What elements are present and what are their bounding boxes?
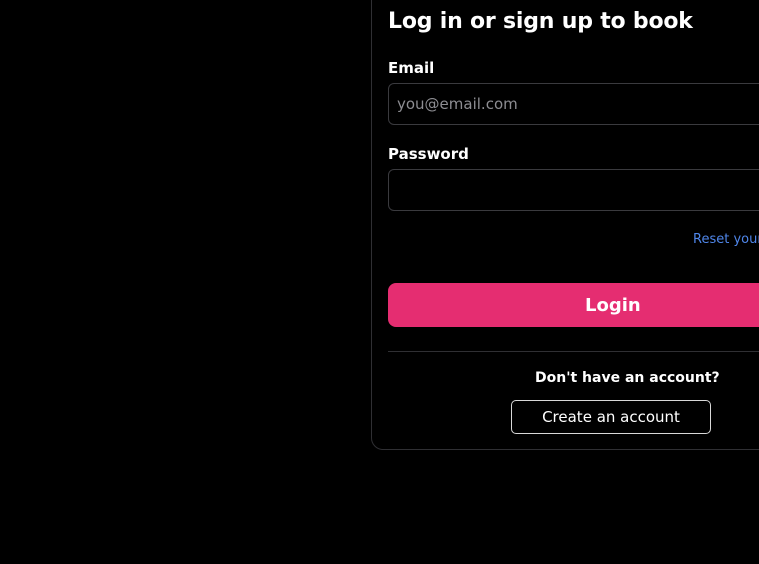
email-field[interactable] — [388, 83, 759, 125]
password-field[interactable] — [388, 169, 759, 211]
form-title: Log in or sign up to book — [388, 9, 693, 34]
password-label: Password — [388, 145, 469, 163]
divider — [388, 351, 759, 352]
create-account-button[interactable]: Create an account — [511, 400, 711, 434]
no-account-text: Don't have an account? — [535, 370, 720, 386]
reset-password-link[interactable]: Reset your — [693, 232, 759, 247]
email-label: Email — [388, 59, 435, 77]
login-button[interactable]: Login — [388, 283, 759, 327]
page: Log in or sign up to book Email Password… — [0, 0, 759, 564]
